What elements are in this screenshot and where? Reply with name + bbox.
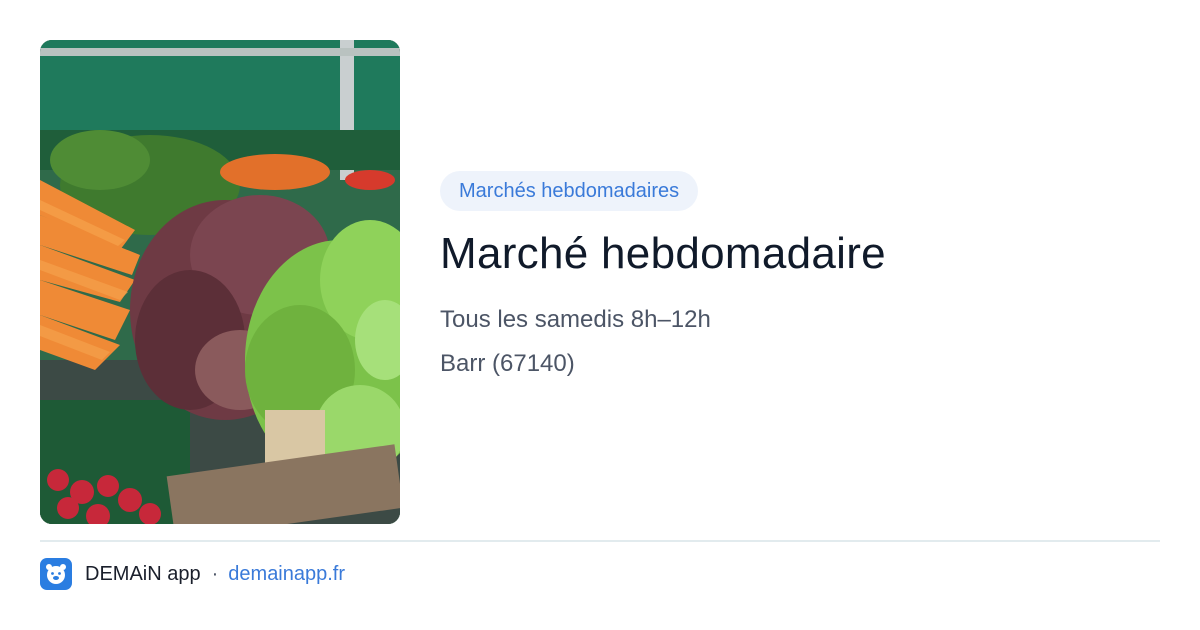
app-name: DEMAiN app	[85, 562, 201, 585]
app-url-link[interactable]: demainapp.fr	[228, 563, 345, 586]
market-photo	[40, 40, 400, 524]
event-location: Barr (67140)	[440, 350, 575, 377]
footer-separator: ·	[211, 562, 219, 585]
bear-face-icon	[40, 558, 72, 590]
event-title: Marché hebdomadaire	[440, 229, 886, 278]
event-details: Marchés hebdomadaires Marché hebdomadair…	[440, 171, 1140, 380]
category-badge[interactable]: Marchés hebdomadaires	[440, 171, 699, 211]
event-schedule: Tous les samedis 8h–12h	[440, 306, 711, 333]
footer: DEMAiN app · demainapp.fr	[40, 558, 345, 590]
footer-divider	[40, 540, 1160, 542]
